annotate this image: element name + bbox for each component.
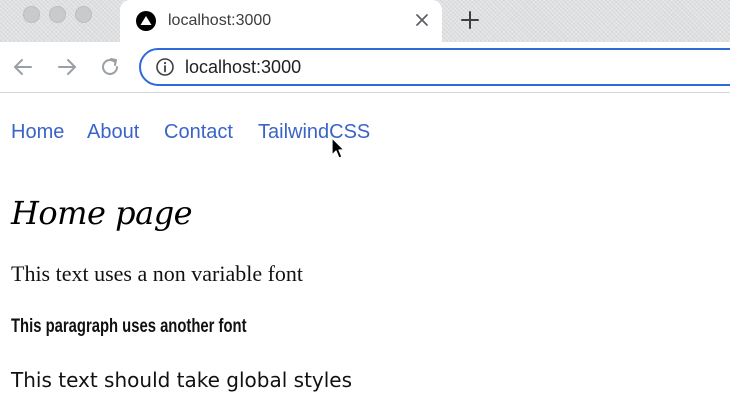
paragraph-non-variable-font: This text uses a non variable font xyxy=(11,261,304,286)
nav-link-tailwindcss[interactable]: TailwindCSS xyxy=(258,120,370,144)
window-close-control[interactable] xyxy=(23,6,40,23)
browser-tab[interactable]: localhost:3000 xyxy=(120,0,442,42)
browser-window: localhost:3000 localhost:3000 Home About… xyxy=(0,0,730,406)
pointer-cursor-icon xyxy=(331,137,347,161)
arrow-right-icon[interactable] xyxy=(55,55,79,79)
page-content: Home About Contact TailwindCSS Home page… xyxy=(0,93,730,406)
page-title: Home page xyxy=(11,194,193,232)
plus-icon[interactable] xyxy=(458,8,482,32)
browser-toolbar: localhost:3000 xyxy=(0,42,730,93)
info-icon[interactable] xyxy=(155,57,175,77)
address-text: localhost:3000 xyxy=(185,57,302,77)
window-zoom-control[interactable] xyxy=(75,6,92,23)
paragraph-another-font: This paragraph uses another font xyxy=(11,316,247,337)
arrow-left-icon[interactable] xyxy=(11,55,35,79)
triangle-icon xyxy=(136,11,156,31)
paragraph-global-styles: This text should take global styles xyxy=(11,368,353,392)
close-icon[interactable] xyxy=(412,10,432,30)
nav-link-home[interactable]: Home xyxy=(11,120,64,144)
nav-link-about[interactable]: About xyxy=(87,120,139,144)
address-bar[interactable]: localhost:3000 xyxy=(139,48,730,86)
tab-strip: localhost:3000 xyxy=(0,0,730,42)
window-minimize-control[interactable] xyxy=(49,6,66,23)
nav-link-contact[interactable]: Contact xyxy=(164,120,233,144)
tab-title: localhost:3000 xyxy=(168,12,272,29)
reload-icon[interactable] xyxy=(98,55,122,79)
